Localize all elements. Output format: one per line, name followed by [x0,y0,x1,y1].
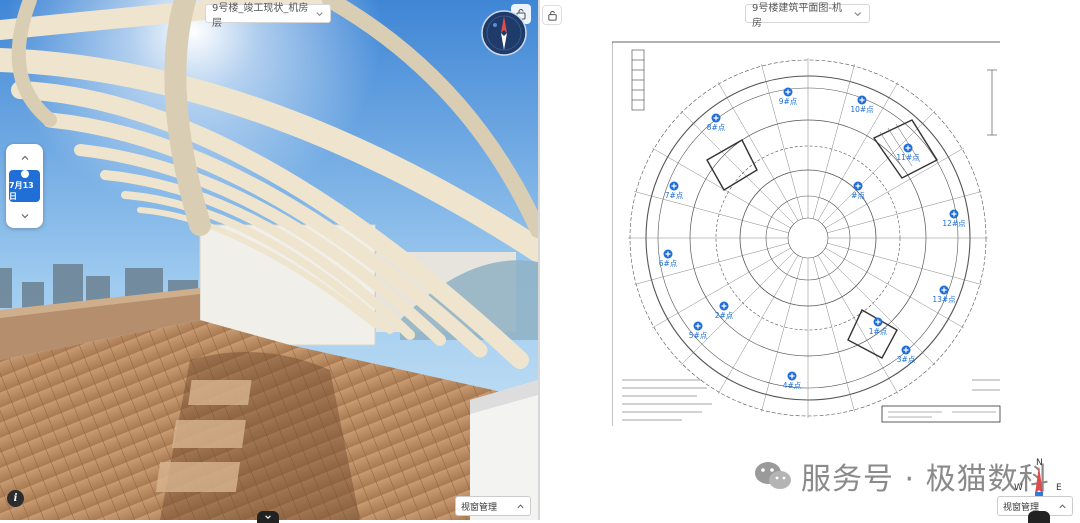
chevron-down-icon [316,11,323,16]
selected-date: 7月13日 [9,181,34,201]
floor-plan-drawing[interactable]: 9#点 10#点 8#点 11#点 7#点 #点 12#点 6#点 13#点 2#点 1#点 5#点 3… [612,40,1004,426]
camera-point-label: 5#点 [689,331,708,340]
watermark: 服务号 · 极猫数科 [753,457,1050,497]
camera-point-label: 11#点 [896,153,920,162]
panorama-scene[interactable] [0,0,538,520]
camera-point-label: 13#点 [932,295,956,304]
drawing-dropdown-label: 9号楼建筑平面图-机房 [752,2,842,29]
scene-dropdown[interactable]: 9号楼_竣工现状_机房层 [205,3,331,29]
camera-point-label: 6#点 [659,259,678,268]
camera-point-label: 8#点 [707,123,726,132]
date-prev-button[interactable] [6,148,43,168]
compass-north-label: N [1036,458,1043,468]
info-icon[interactable]: i [7,490,24,507]
compass-west-label: W [1014,483,1023,493]
scene-dropdown-label: 9号楼_竣工现状_机房层 [212,2,309,29]
camera-point-marker[interactable]: 2#点 [715,301,734,321]
chevron-up-icon [517,503,524,508]
chevron-down-icon [854,11,862,16]
compass-icon[interactable] [481,10,527,56]
date-next-button[interactable] [6,206,43,226]
date-dot-icon [20,170,29,178]
collapse-handle[interactable] [1028,511,1050,523]
camera-point-label: #点 [851,191,865,200]
date-navigator: 7月13日 [6,144,43,228]
camera-point-marker[interactable]: 13#点 [932,285,956,305]
camera-point-marker[interactable]: 3#点 [897,345,916,365]
camera-point-label: 7#点 [665,191,684,200]
camera-point-marker[interactable]: 5#点 [689,321,708,341]
chevron-up-icon [1059,503,1066,508]
camera-point-label: 4#点 [783,381,802,390]
camera-point-marker[interactable]: 10#点 [850,95,874,115]
chevron-up-icon [21,155,28,160]
chevron-down-icon [21,214,28,219]
panorama-viewer[interactable] [0,0,538,520]
camera-point-marker[interactable]: 1#点 [869,317,888,337]
date-chip[interactable]: 7月13日 [9,170,40,202]
floor-plan-viewer[interactable]: 9号楼建筑平面图-机房 9#点 10#点 8#点 11#点 7#点 #点 12#… [540,0,1080,520]
view-management-button[interactable]: 视窗管理 [455,496,531,516]
camera-point-label: 10#点 [850,105,874,114]
camera-point-marker[interactable]: 4#点 [783,371,802,391]
camera-point-label: 1#点 [869,327,888,336]
compass-east-label: E [1056,483,1062,493]
drawing-dropdown[interactable]: 9号楼建筑平面图-机房 [745,3,870,29]
camera-point-marker[interactable]: 12#点 [942,209,966,229]
camera-point-marker[interactable]: #点 [851,181,865,201]
camera-point-label: 9#点 [779,97,798,106]
lock-toggle-button[interactable] [542,5,562,25]
wechat-icon [755,462,791,489]
camera-point-label: 3#点 [897,355,916,364]
camera-point-label: 2#点 [715,311,734,320]
view-management-label: 视窗管理 [461,502,498,513]
camera-point-marker[interactable]: 7#点 [665,181,684,201]
camera-point-label: 12#点 [942,219,966,228]
collapse-handle[interactable] [257,511,279,523]
camera-point-marker[interactable]: 8#点 [707,113,726,133]
lock-icon [547,10,557,21]
camera-point-marker[interactable]: 6#点 [659,249,678,269]
